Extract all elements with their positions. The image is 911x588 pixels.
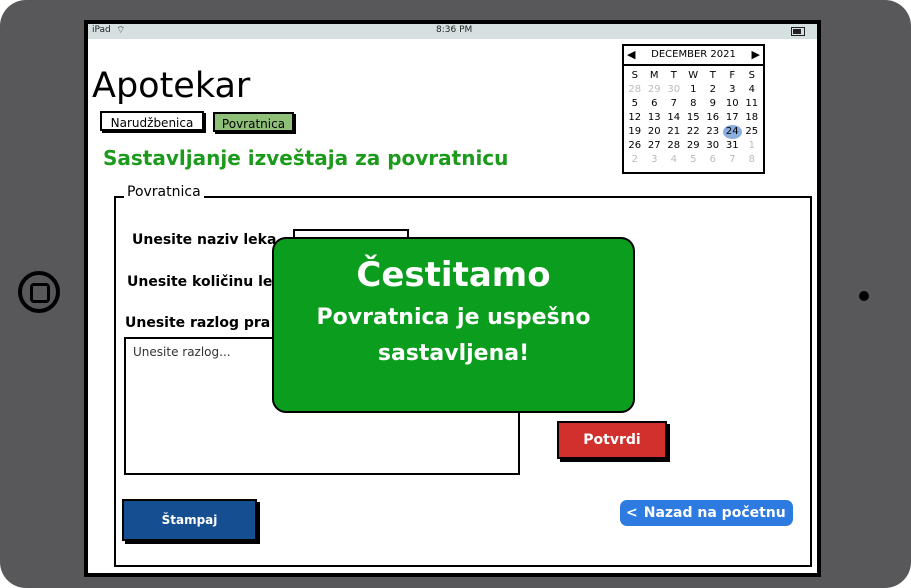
calendar-header: ◀ DECEMBER 2021 ▶: [624, 46, 763, 66]
calendar-week-row: 19 20 21 22 23 24 25: [625, 125, 762, 139]
calendar-day[interactable]: 11: [742, 97, 762, 111]
calendar-week-row: 5 6 7 8 9 10 11: [625, 97, 762, 111]
nazad-label: Nazad na početnu: [643, 505, 786, 521]
calendar-day[interactable]: 15: [684, 111, 704, 125]
calendar-day[interactable]: 29: [684, 139, 704, 153]
calendar-day[interactable]: 27: [645, 139, 665, 153]
calendar-week-row: 12 13 14 15 16 17 18: [625, 111, 762, 125]
calendar-day[interactable]: 26: [625, 139, 645, 153]
razlog-placeholder: Unesite razlog...: [133, 345, 231, 359]
camera-icon: [859, 291, 869, 301]
calendar-month-label: DECEMBER 2021: [651, 49, 736, 60]
tab-povratnica[interactable]: Povratnica: [213, 112, 294, 132]
app-title: Apotekar: [92, 66, 251, 106]
calendar-day[interactable]: 3: [723, 83, 743, 97]
calendar-day[interactable]: 30: [664, 83, 684, 97]
calendar-day[interactable]: 28: [664, 139, 684, 153]
calendar-day[interactable]: 21: [664, 125, 684, 139]
modal-message-line1: Povratnica je uspešno: [316, 305, 591, 330]
label-razlog: Unesite razlog pra: [125, 315, 271, 331]
calendar-day[interactable]: 19: [625, 125, 645, 139]
calendar-day[interactable]: 31: [723, 139, 743, 153]
modal-title: Čestitamo: [356, 255, 551, 295]
calendar-day[interactable]: 24: [722, 125, 742, 139]
screen-content: iPad ⌔ 8:36 PM Apotekar Narudžbenica Pov…: [88, 24, 817, 573]
calendar-day[interactable]: 23: [703, 125, 723, 139]
screen: iPad ⌔ 8:36 PM Apotekar Narudžbenica Pov…: [84, 20, 821, 577]
calendar-day[interactable]: 30: [703, 139, 723, 153]
calendar-day[interactable]: 28: [625, 83, 645, 97]
calendar-day[interactable]: 25: [742, 125, 762, 139]
calendar-weekday: S: [748, 70, 755, 81]
calendar-weekday: T: [670, 70, 677, 81]
wifi-icon: ⌔: [116, 25, 126, 36]
calendar-day[interactable]: 10: [723, 97, 743, 111]
calendar-day[interactable]: 6: [645, 97, 665, 111]
calendar-day[interactable]: 2: [703, 83, 723, 97]
calendar-day[interactable]: 3: [645, 153, 665, 167]
calendar-day[interactable]: 5: [625, 97, 645, 111]
calendar-weekday: S: [631, 70, 638, 81]
status-time: 8:36 PM: [436, 25, 473, 35]
calendar-day[interactable]: 1: [684, 83, 704, 97]
nazad-na-pocetnu-button[interactable]: < Nazad na početnu: [620, 500, 793, 526]
calendar-day[interactable]: 22: [684, 125, 704, 139]
carrier-label: iPad: [92, 25, 111, 35]
calendar-week-row: 26 27 28 29 30 31 1: [625, 139, 762, 153]
stampaj-button[interactable]: Štampaj: [122, 499, 257, 541]
calendar-day[interactable]: 17: [723, 111, 743, 125]
calendar-week-row: 2345678: [625, 153, 762, 167]
calendar-day[interactable]: 16: [703, 111, 723, 125]
status-bar: iPad ⌔ 8:36 PM: [88, 24, 817, 39]
calendar-day[interactable]: 14: [664, 111, 684, 125]
potvrdi-button[interactable]: Potvrdi: [557, 421, 667, 459]
calendar-day[interactable]: 13: [645, 111, 665, 125]
calendar-day[interactable]: 29: [645, 83, 665, 97]
calendar-weekday-row: SMTWTFS: [625, 69, 762, 83]
calendar-weekday: T: [709, 70, 716, 81]
calendar-day[interactable]: 12: [625, 111, 645, 125]
label-kolicina-leka: Unesite količinu leka: [127, 274, 292, 290]
battery-icon: [791, 27, 805, 36]
calendar-day[interactable]: 7: [664, 97, 684, 111]
calendar-prev-icon[interactable]: ◀: [627, 46, 635, 64]
calendar-widget[interactable]: ◀ DECEMBER 2021 ▶ S M T W T F S 28 29 30 1 2 3 4 5 6 7 8 9…: [622, 44, 765, 174]
page-subtitle: Sastavljanje izveštaja za povratnicu: [103, 146, 509, 170]
calendar-day[interactable]: 5: [684, 153, 704, 167]
home-button-icon[interactable]: [18, 271, 60, 313]
calendar-day[interactable]: 4: [742, 83, 762, 97]
calendar-weekday: M: [649, 70, 659, 81]
calendar-day[interactable]: 2: [625, 153, 645, 167]
calendar-day[interactable]: 6: [703, 153, 723, 167]
calendar-day[interactable]: 20: [645, 125, 665, 139]
label-naziv-leka: Unesite naziv leka: [132, 232, 277, 248]
success-modal: Čestitamo Povratnica je uspešno sastavlj…: [272, 237, 635, 413]
calendar-grid: S M T W T F S 28 29 30 1 2 3 4 5 6 7 8 9 10 11 12 13 14 15 16 17 18…: [625, 69, 762, 167]
calendar-weekday: W: [688, 70, 699, 81]
tab-narudzbenica[interactable]: Narudžbenica: [100, 111, 204, 131]
calendar-week-row: 28 29 30 1 2 3 4: [625, 83, 762, 97]
calendar-day[interactable]: 4: [664, 153, 684, 167]
calendar-day[interactable]: 9: [703, 97, 723, 111]
calendar-day[interactable]: 8: [742, 153, 762, 167]
calendar-next-icon[interactable]: ▶: [752, 46, 760, 64]
form-legend: Povratnica: [124, 184, 204, 200]
calendar-weekday: F: [729, 70, 736, 81]
calendar-day[interactable]: 8: [684, 97, 704, 111]
calendar-day[interactable]: 1: [742, 139, 762, 153]
modal-message-line2: sastavljena!: [377, 341, 530, 366]
calendar-day[interactable]: 18: [742, 111, 762, 125]
chevron-left-icon: <: [626, 505, 638, 521]
calendar-day[interactable]: 7: [723, 153, 743, 167]
